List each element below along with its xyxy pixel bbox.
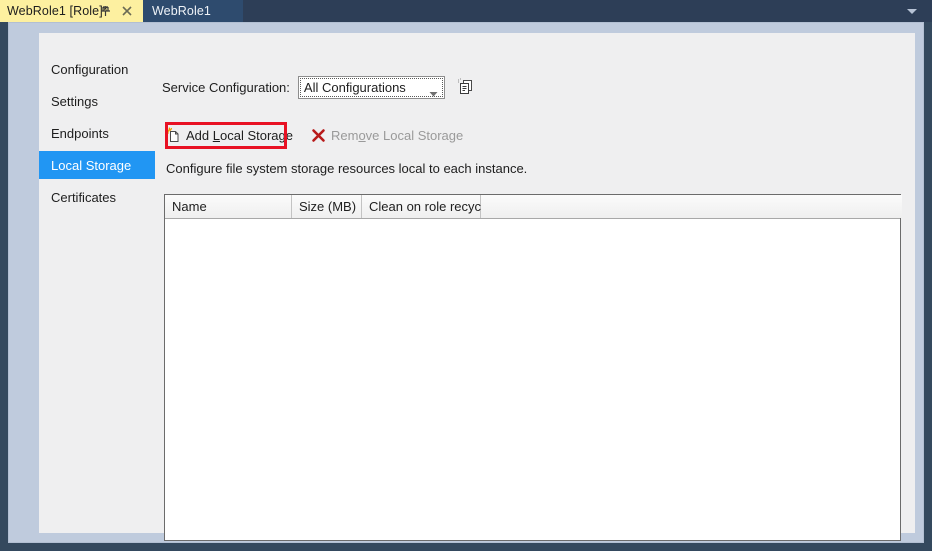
grid-body-empty[interactable]: [165, 219, 900, 540]
add-local-storage-button[interactable]: Add Local Storage: [162, 123, 297, 147]
remove-local-storage-label: Remove Local Storage: [330, 127, 464, 143]
close-icon[interactable]: [120, 3, 134, 19]
copy-configuration-icon[interactable]: [456, 77, 476, 97]
chevron-down-icon[interactable]: [900, 0, 924, 22]
local-storage-pane: Service Configuration: All Configuration…: [162, 63, 902, 543]
sidebar: Configuration Settings Endpoints Local S…: [39, 55, 155, 215]
local-storage-toolbar: Add Local Storage Remove Local Storage: [162, 121, 467, 149]
sidebar-item-certificates[interactable]: Certificates: [39, 183, 155, 211]
grid-header-row: Name Size (MB) Clean on role recycle: [165, 195, 902, 219]
sidebar-item-label: Local Storage: [51, 157, 132, 173]
service-configuration-label: Service Configuration:: [162, 79, 290, 95]
add-local-storage-label: Add Local Storage: [186, 127, 293, 143]
sidebar-item-label: Certificates: [51, 189, 117, 205]
local-storage-grid[interactable]: Name Size (MB) Clean on role recycle: [164, 194, 902, 541]
grid-column-header-size[interactable]: Size (MB): [292, 195, 362, 218]
grid-column-label: Size (MB): [299, 199, 357, 214]
designer-window-frame: Configuration Settings Endpoints Local S…: [8, 22, 924, 543]
pin-icon[interactable]: [99, 4, 112, 18]
tab-label: WebRole1 [Role]*: [7, 4, 108, 18]
sidebar-item-local-storage[interactable]: Local Storage: [39, 151, 155, 179]
grid-column-label: Name: [172, 199, 207, 214]
grid-column-header-filler: [481, 195, 902, 218]
sidebar-item-label: Settings: [51, 93, 98, 109]
sidebar-item-label: Configuration: [51, 61, 129, 77]
sidebar-item-configuration[interactable]: Configuration: [39, 55, 155, 83]
remove-local-storage-button: Remove Local Storage: [307, 123, 467, 147]
tab-label: WebRole1: [152, 4, 211, 18]
tab-webrole1[interactable]: WebRole1: [143, 0, 243, 22]
service-configuration-select[interactable]: All Configurations: [297, 75, 445, 100]
remove-x-icon: [310, 127, 327, 144]
grid-column-header-name[interactable]: Name: [165, 195, 292, 218]
grid-column-label: Clean on role recycle: [369, 199, 492, 214]
service-configuration-row: Service Configuration: All Configuration…: [162, 75, 476, 99]
sidebar-item-label: Endpoints: [51, 125, 109, 141]
sidebar-item-settings[interactable]: Settings: [39, 87, 155, 115]
sidebar-item-endpoints[interactable]: Endpoints: [39, 119, 155, 147]
tab-webrole1-role[interactable]: WebRole1 [Role]*: [0, 0, 143, 22]
service-configuration-value: All Configurations: [303, 79, 406, 95]
tab-strip: WebRole1 [Role]* WebRole1: [0, 0, 932, 22]
pane-description: Configure file system storage resources …: [166, 161, 528, 176]
grid-column-header-clean-on-role-recycle[interactable]: Clean on role recycle: [362, 195, 491, 218]
add-local-storage-icon: [165, 127, 182, 144]
chevron-down-icon: [429, 85, 438, 100]
